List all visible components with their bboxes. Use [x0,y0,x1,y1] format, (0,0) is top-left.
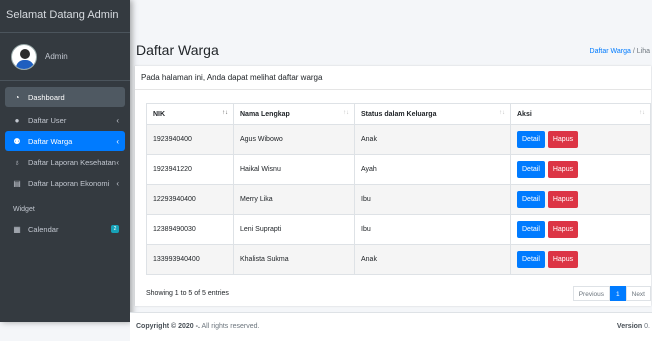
table-row: 1923941220 Haikal Wisnu Ayah Detail Hapu… [146,154,651,185]
breadcrumb: Daftar Warga / Liha [590,48,650,55]
sort-icon: ↑↓ [639,110,645,116]
hapus-button[interactable]: Hapus [547,161,579,178]
detail-button[interactable]: Detail [517,251,545,268]
calendar-icon: ▦ [13,224,21,234]
hapus-button[interactable]: Hapus [547,221,579,238]
detail-button[interactable]: Detail [517,161,545,178]
sidebar-item-label: Calendar [28,224,59,234]
hapus-button[interactable]: Hapus [547,251,579,268]
user-panel: Admin [0,33,130,81]
user-icon: ● [14,115,20,125]
table-info: Showing 1 to 5 of 5 entries [146,290,229,297]
detail-button[interactable]: Detail [517,131,545,148]
sidebar-item-label: Daftar User [28,115,67,125]
table-row: 1923940400 Agus Wibowo Anak Detail Hapus [146,124,651,155]
cell-aksi: Detail Hapus [510,244,651,275]
column-header-nama[interactable]: Nama Lengkap ↑↓ [233,103,355,125]
detail-button[interactable]: Detail [517,221,545,238]
table-row: 12293940400 Merry Lika Ibu Detail Hapus [146,184,651,215]
copyright-text[interactable]: Copyright © 2020 -. [136,323,200,330]
next-button[interactable]: Next [625,286,651,301]
sidebar-item-daftar-user[interactable]: ● Daftar User ‹ [5,110,125,130]
cell-nik: 1923940400 [146,124,234,155]
nav-header-widget: Widget [13,206,35,213]
sort-icon: ↑↓ [499,110,505,116]
sort-icon: ↑↓ [343,110,349,116]
breadcrumb-link[interactable]: Daftar Warga [590,48,631,55]
footer: Copyright © 2020 -. All rights reserved.… [130,312,652,341]
cell-nik: 1923941220 [146,154,234,185]
table-row: 133993940400 Khalista Sukma Anak Detail … [146,244,651,275]
cell-nik: 133993940400 [146,244,234,275]
avatar[interactable] [11,43,37,70]
gauge-icon: ◔ [14,92,20,102]
sort-icon: ↑↓ [222,110,228,116]
cell-nik: 12389490030 [146,214,234,245]
cell-status: Ibu [354,184,511,215]
chevron-left-icon: ‹ [116,115,119,125]
card-divider [135,89,651,90]
hapus-button[interactable]: Hapus [547,191,579,208]
sidebar-item-laporan-ekonomi[interactable]: ▤ Daftar Laporan Ekonomi ‹ [5,173,125,193]
users-icon: ⚉ [13,136,21,146]
cell-nama: Merry Lika [233,184,355,215]
user-name[interactable]: Admin [45,52,68,61]
sidebar-item-label: Daftar Laporan Ekonomi [28,178,110,188]
chevron-left-icon: ‹ [116,136,119,146]
stethoscope-icon: ♁ [14,157,20,167]
cell-nama: Khalista Sukma [233,244,355,275]
version-value: 0. [642,323,650,330]
page-header: Daftar Warga Daftar Warga / Liha [130,36,652,64]
cell-status: Anak [354,244,511,275]
pagination: Previous 1 Next [572,286,651,301]
sidebar-item-calendar[interactable]: ▦ Calendar 2 [5,219,125,239]
sidebar-item-label: Daftar Warga [28,136,73,146]
sidebar-item-laporan-kesehatan[interactable]: ♁ Daftar Laporan Kesehatan ‹ [5,152,125,172]
cell-nama: Haikal Wisnu [233,154,355,185]
cell-aksi: Detail Hapus [510,184,651,215]
warga-table: NIK ↑↓ Nama Lengkap ↑↓ Status dalam Keluar… [146,103,651,275]
cell-aksi: Detail Hapus [510,154,651,185]
cell-status: Ayah [354,154,511,185]
cell-aksi: Detail Hapus [510,214,651,245]
column-header-nik[interactable]: NIK ↑↓ [146,103,234,125]
content-wrapper: Daftar Warga Daftar Warga / Liha Pada ha… [130,0,652,341]
footer-version: Version 0. [617,323,650,330]
chevron-left-icon: ‹ [116,178,119,188]
previous-button[interactable]: Previous [572,286,610,301]
sidebar-nav: ◔ Dashboard ● Daftar User ‹ ⚉ Daftar War… [0,87,130,239]
breadcrumb-separator: / [632,48,635,55]
cell-nik: 12293940400 [146,184,234,215]
brand-text[interactable]: Selamat Datang Admin [0,0,130,33]
page-1-button[interactable]: 1 [610,286,626,301]
breadcrumb-current: Liha [636,48,650,55]
column-header-status[interactable]: Status dalam Keluarga ↑↓ [354,103,511,125]
cell-status: Ibu [354,214,511,245]
sidebar-item-label: Daftar Laporan Kesehatan [28,157,116,167]
card-description: Pada halaman ini, Anda dapat melihat daf… [141,73,323,82]
cell-status: Anak [354,124,511,155]
table-row: 12389490030 Leni Suprapti Ibu Detail Hap… [146,214,651,245]
column-header-aksi[interactable]: Aksi ↑↓ [510,103,651,125]
sidebar-item-label: Dashboard [28,92,65,102]
sidebar-item-daftar-warga[interactable]: ⚉ Daftar Warga ‹ [5,131,125,151]
sidebar-item-dashboard[interactable]: ◔ Dashboard [5,87,125,107]
version-label: Version [616,323,643,330]
footer-copyright: Copyright © 2020 -. All rights reserved. [136,323,259,330]
warga-card: Pada halaman ini, Anda dapat melihat daf… [135,66,651,306]
hapus-button[interactable]: Hapus [547,131,579,148]
book-icon: ▤ [13,178,21,188]
cell-nama: Agus Wibowo [233,124,355,155]
calendar-badge: 2 [111,225,119,233]
cell-nama: Leni Suprapti [233,214,355,245]
sidebar: Selamat Datang Admin Admin ◔ Dashboard ●… [0,0,130,322]
detail-button[interactable]: Detail [517,191,545,208]
cell-aksi: Detail Hapus [510,124,651,155]
rights-text: All rights reserved. [199,323,260,330]
page-title: Daftar Warga [136,42,219,58]
chevron-left-icon: ‹ [116,157,119,167]
